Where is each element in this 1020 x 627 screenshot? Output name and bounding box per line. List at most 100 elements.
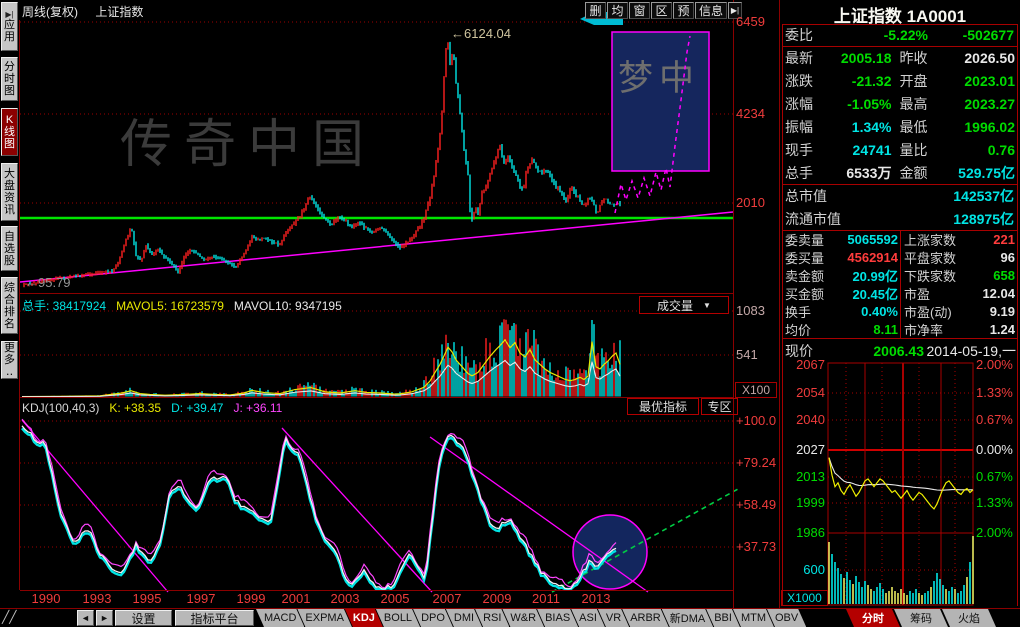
sidebar-item-char: 更 bbox=[4, 342, 15, 354]
field-value: 1996.02 bbox=[953, 119, 1018, 135]
field-label: 委买量 bbox=[782, 248, 836, 267]
field-value: 128975亿 bbox=[872, 209, 1018, 229]
sidebar-item-char: 资 bbox=[4, 192, 15, 204]
field-value: 1.24 bbox=[964, 322, 1018, 337]
sidebar-item-char: 分 bbox=[4, 61, 15, 73]
view-tab-3[interactable]: 火焰 bbox=[942, 609, 996, 627]
tab-boll[interactable]: BOLL bbox=[376, 609, 420, 627]
sidebar-item-3[interactable]: K线图 bbox=[1, 108, 18, 156]
sidebar-item-1[interactable]: ▶|应用 bbox=[1, 2, 18, 51]
tab-新dma[interactable]: 新DMA bbox=[662, 609, 713, 627]
kdj-axis-label: +58.49 bbox=[736, 497, 776, 512]
field-label: 委卖量 bbox=[782, 230, 836, 249]
tab-mtm[interactable]: MTM bbox=[733, 609, 774, 627]
field-value: 2026.50 bbox=[953, 50, 1018, 66]
year-tick-label: 2007 bbox=[429, 591, 465, 606]
kdj-j-line bbox=[22, 419, 616, 588]
field-label: 市盈 bbox=[898, 284, 964, 303]
field-value: -5.22% bbox=[838, 27, 928, 43]
resize-grip-icon: ╱╱ bbox=[2, 610, 16, 624]
scroll-right-button[interactable]: ► bbox=[96, 610, 113, 626]
volume-legend: 总手: 38417924MAVOL5: 16723579MAVOL10: 934… bbox=[22, 297, 352, 315]
field-value: 20.99亿 bbox=[836, 266, 898, 285]
intraday-price-label: 2040 bbox=[780, 412, 825, 427]
chart-header: 周线(复权) 上证指数 bbox=[22, 3, 143, 20]
volume-legend-item: MAVOL5: 16723579 bbox=[116, 299, 224, 313]
sidebar-item-char: 排 bbox=[4, 306, 15, 318]
sidebar-item-char: 多 bbox=[4, 354, 15, 366]
settings-button[interactable]: 设置 bbox=[115, 610, 172, 626]
tab-arbr[interactable]: ARBR bbox=[622, 609, 669, 627]
toolbar-button-6[interactable]: 信息 bbox=[695, 2, 727, 19]
field-value: 221 bbox=[964, 232, 1018, 247]
sidebar-item-char: 线 bbox=[4, 126, 15, 138]
toolbar-button-2[interactable]: 均 bbox=[607, 2, 628, 19]
scroll-left-button[interactable]: ◄ bbox=[77, 610, 94, 626]
field-label: 平盘家数 bbox=[898, 248, 964, 267]
toolbar-button-1[interactable]: 删 bbox=[585, 2, 606, 19]
quote-row: 委卖量5065592上涨家数221 bbox=[782, 230, 1018, 248]
field-value: 142537亿 bbox=[872, 186, 1018, 206]
field-value: 2023.27 bbox=[953, 96, 1018, 112]
year-tick-label: 1990 bbox=[28, 591, 64, 606]
field-value: -1.05% bbox=[838, 96, 891, 112]
intraday-unit-label: X1000 bbox=[781, 590, 828, 606]
intraday-price-label: 1986 bbox=[780, 525, 825, 540]
intraday-price-label: 2067 bbox=[780, 357, 825, 372]
tab-bias[interactable]: BIAS bbox=[537, 609, 578, 627]
sidebar-item-char: 合 bbox=[4, 294, 15, 306]
field-value: 20.45亿 bbox=[836, 284, 898, 303]
descending-trendline bbox=[282, 428, 432, 592]
quote-box: 委比-5.22%-502677 bbox=[782, 24, 1018, 46]
field-label: 开盘 bbox=[891, 71, 953, 91]
volume-axis-label: 1083 bbox=[736, 303, 765, 318]
kdj-legend: KDJ(100,40,3)K: +38.35D: +39.47J: +36.11 bbox=[22, 399, 292, 417]
field-label: 委比 bbox=[782, 25, 838, 45]
field-label: 涨幅 bbox=[782, 94, 838, 114]
tab-dpo[interactable]: DPO bbox=[413, 609, 453, 627]
year-tick-label: 1997 bbox=[183, 591, 219, 606]
quote-row: 振幅1.34%最低1996.02 bbox=[782, 115, 1018, 138]
kdj-panel-button-1[interactable]: 最优指标 bbox=[627, 398, 699, 415]
toolbar-button-3[interactable]: 窗 bbox=[629, 2, 650, 19]
quote-box: 委卖量5065592上涨家数221委买量4562914平盘家数96卖金额20.9… bbox=[782, 230, 1018, 338]
current-price-value: 2006.43 bbox=[838, 343, 924, 359]
indicator-platform-button[interactable]: 指标平台 bbox=[175, 610, 254, 626]
year-tick-label: 2005 bbox=[377, 591, 413, 606]
sidebar-item-2[interactable]: 分时图 bbox=[1, 57, 18, 101]
quote-row: 现手24741量比0.76 bbox=[782, 138, 1018, 161]
field-label: 总手 bbox=[782, 163, 838, 183]
quote-box: 最新2005.18昨收2026.50涨跌-21.32开盘2023.01涨幅-1.… bbox=[782, 46, 1018, 184]
sidebar-item-char: ‥ bbox=[6, 366, 13, 378]
field-label: 下跌家数 bbox=[898, 266, 964, 285]
intraday-percent-label: 0.67% bbox=[976, 469, 1013, 484]
sidebar-item-5[interactable]: 自选股 bbox=[1, 226, 18, 271]
field-label: 金额 bbox=[891, 163, 953, 183]
sidebar-item-char: 综 bbox=[4, 282, 15, 294]
toolbar-button-5[interactable]: 预 bbox=[673, 2, 694, 19]
indicator-tabs: MACDEXPMAKDJBOLLDPODMIRSIW&RBIASASIVRARB… bbox=[256, 609, 844, 627]
toolbar-button-4[interactable]: 区 bbox=[651, 2, 672, 19]
sidebar-item-4[interactable]: 大盘资讯 bbox=[1, 163, 18, 221]
view-tab-1[interactable]: 分时 bbox=[846, 609, 900, 627]
sidebar-item-char: 图 bbox=[4, 85, 15, 97]
indicator-dropdown[interactable]: 成交量 ▼ bbox=[639, 296, 729, 314]
sidebar-item-char: 自 bbox=[4, 231, 15, 243]
year-tick-label: 1995 bbox=[129, 591, 165, 606]
tab-macd[interactable]: MACD bbox=[256, 609, 304, 627]
view-tab-2[interactable]: 筹码 bbox=[894, 609, 948, 627]
field-value: 0.76 bbox=[953, 142, 1018, 158]
sidebar-item-char: 股 bbox=[4, 255, 15, 267]
ascending-trendline bbox=[20, 212, 733, 282]
sidebar-item-6[interactable]: 综合排名 bbox=[1, 277, 18, 334]
kdj-legend-item: J: +36.11 bbox=[233, 401, 282, 415]
kdj-panel-button-2[interactable]: 专区 bbox=[701, 398, 738, 415]
tab-expma[interactable]: EXPMA bbox=[297, 609, 352, 627]
peak-price-label: ←6124.04 bbox=[451, 26, 511, 41]
sidebar-item-7[interactable]: 更多‥ bbox=[1, 341, 18, 379]
field-label: 市净率 bbox=[898, 320, 964, 339]
field-value: 9.19 bbox=[964, 304, 1018, 319]
tab-w&r[interactable]: W&R bbox=[502, 609, 544, 627]
tab-obv[interactable]: OBV bbox=[767, 609, 806, 627]
watermark-box: 梦中 bbox=[618, 59, 700, 98]
